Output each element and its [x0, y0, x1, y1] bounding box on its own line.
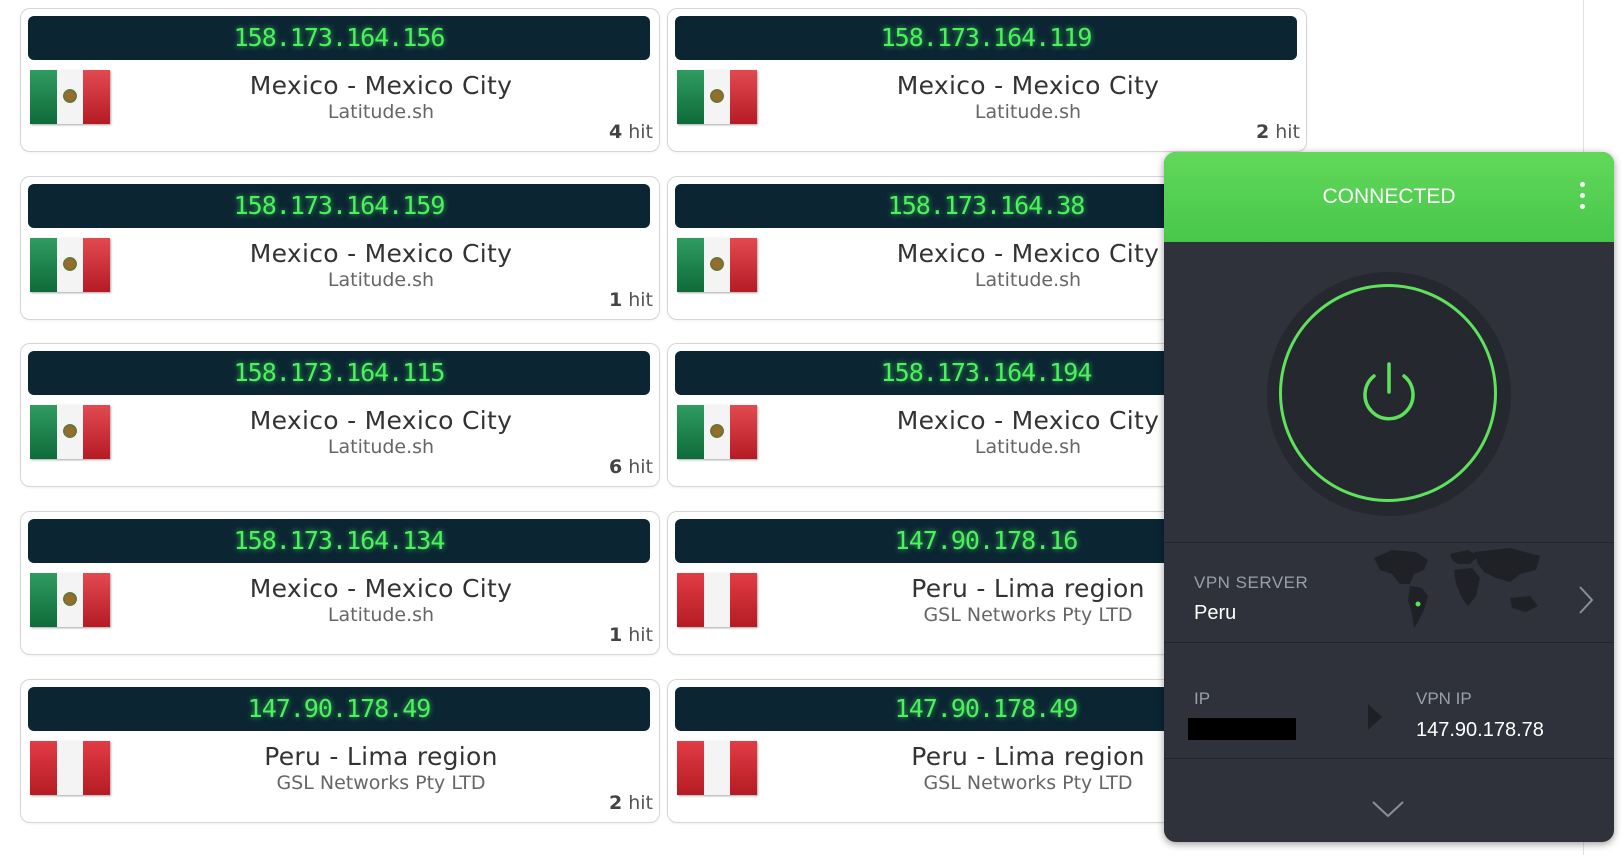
ip-address: 158.173.164.159	[28, 184, 650, 228]
isp: Latitude.sh	[327, 604, 435, 626]
hit-word: hit	[628, 121, 653, 143]
ip-card[interactable]: 158.173.164.115 Mexico - Mexico City Lat…	[20, 343, 660, 487]
location: Mexico - Mexico City	[249, 574, 513, 603]
world-map-icon	[1374, 548, 1540, 628]
ip-card[interactable]: 158.173.164.159 Mexico - Mexico City Lat…	[20, 176, 660, 320]
hit-number: 2	[608, 792, 623, 814]
chevron-down-icon[interactable]	[1370, 799, 1406, 819]
location: Peru - Lima region	[264, 742, 498, 771]
hit-word: hit	[628, 792, 653, 814]
hit-count: 4 hit	[609, 121, 653, 143]
hit-number: 4	[608, 121, 623, 143]
isp: GSL Networks Pty LTD	[276, 772, 486, 794]
hit-count: 2 hit	[609, 792, 653, 814]
vpn-ip-label: VPN IP	[1416, 689, 1472, 708]
divider	[1164, 542, 1614, 543]
ip-card[interactable]: 158.173.164.119 Mexico - Mexico City Lat…	[667, 8, 1307, 152]
location: Mexico - Mexico City	[896, 71, 1160, 100]
hit-count: 1 hit	[609, 289, 653, 311]
power-button[interactable]	[1267, 272, 1511, 516]
isp: Latitude.sh	[974, 101, 1082, 123]
hit-count: 6 hit	[609, 456, 653, 478]
chevron-right-icon	[1579, 586, 1594, 614]
arrow-right-icon	[1368, 704, 1382, 730]
hit-number: 1	[608, 289, 623, 311]
ip-address: 158.173.164.156	[28, 16, 650, 60]
power-icon	[1363, 362, 1415, 421]
hit-number: 1	[608, 624, 623, 646]
divider	[1164, 642, 1614, 643]
ip-card[interactable]: 158.173.164.156 Mexico - Mexico City Lat…	[20, 8, 660, 152]
vpn-ip-value: 147.90.178.78	[1416, 719, 1544, 741]
kebab-menu-icon[interactable]	[1580, 182, 1586, 212]
ip-redacted	[1188, 718, 1296, 740]
ip-address: 158.173.164.119	[675, 16, 1297, 60]
hit-count: 1 hit	[609, 624, 653, 646]
location: Mexico - Mexico City	[249, 406, 513, 435]
ip-address: 158.173.164.134	[28, 519, 650, 563]
ip-address: 158.173.164.115	[28, 351, 650, 395]
hit-word: hit	[628, 289, 653, 311]
vpn-server-label: VPN SERVER	[1194, 573, 1309, 592]
divider	[1164, 758, 1614, 759]
hit-number: 6	[608, 456, 623, 478]
vpn-status-header: CONNECTED	[1164, 152, 1614, 242]
hit-word: hit	[628, 456, 653, 478]
vpn-panel: CONNECTED VPN SERVER Peru IP VPN IP 147.…	[1164, 152, 1614, 842]
location: Mexico - Mexico City	[249, 71, 513, 100]
ip-card[interactable]: 158.173.164.134 Mexico - Mexico City Lat…	[20, 511, 660, 655]
ip-address: 147.90.178.49	[28, 687, 650, 731]
hit-count: 2 hit	[1256, 121, 1300, 143]
isp: Latitude.sh	[327, 101, 435, 123]
vpn-server-value: Peru	[1194, 602, 1237, 624]
ip-label: IP	[1194, 689, 1211, 708]
location: Mexico - Mexico City	[249, 239, 513, 268]
ip-card[interactable]: 147.90.178.49 Peru - Lima region GSL Net…	[20, 679, 660, 823]
hit-number: 2	[1255, 121, 1270, 143]
hit-word: hit	[1275, 121, 1300, 143]
connection-status: CONNECTED	[1322, 185, 1456, 208]
hit-word: hit	[628, 624, 653, 646]
isp: Latitude.sh	[327, 269, 435, 291]
isp: Latitude.sh	[327, 436, 435, 458]
